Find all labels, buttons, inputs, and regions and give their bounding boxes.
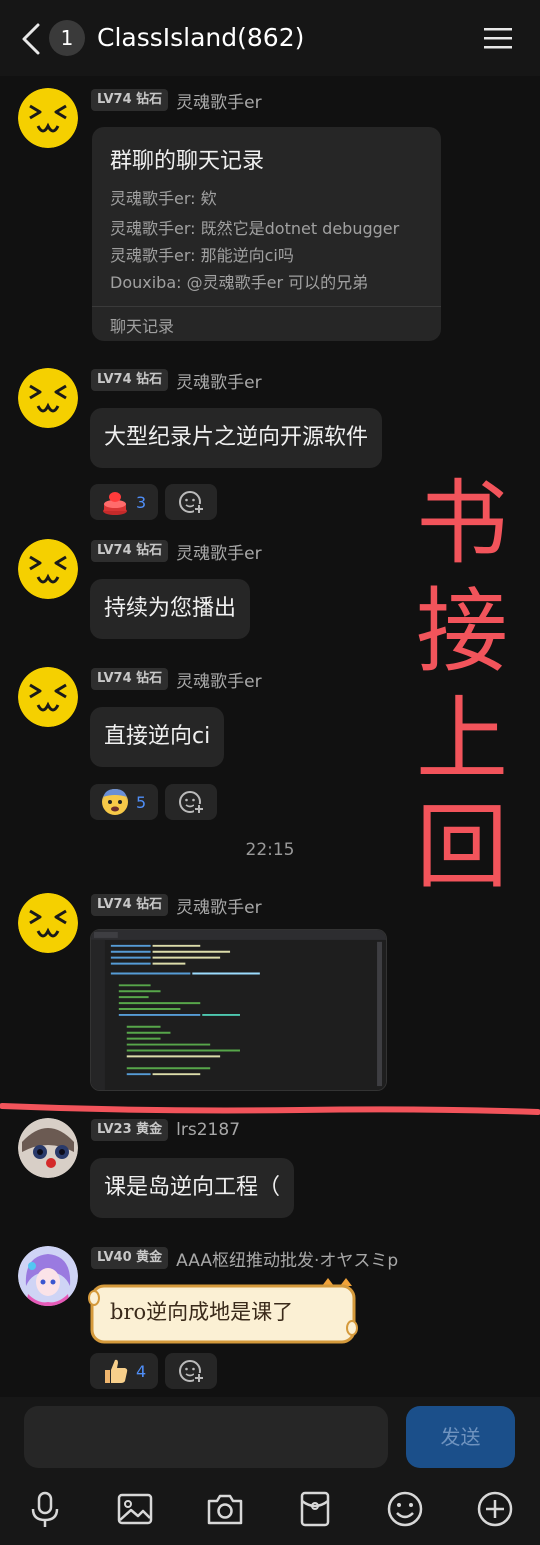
forward-line: 灵魂歌手er: 欸 xyxy=(110,189,217,208)
forwarded-chat-record-card[interactable]: 群聊的聊天记录 灵魂歌手er: 欸 灵魂歌手er: 既然它是dotnet deb… xyxy=(92,127,441,341)
avatar-user-lrs2187[interactable] xyxy=(18,1118,78,1178)
add-reaction-icon[interactable] xyxy=(165,484,217,520)
sender-name[interactable]: 灵魂歌手er xyxy=(176,667,261,692)
red-alarm-button-icon xyxy=(103,492,127,515)
microphone-icon[interactable] xyxy=(25,1489,65,1529)
level-badge: LV74 钻石 xyxy=(91,894,169,916)
anxious-face-icon xyxy=(102,789,128,815)
unread-count-badge[interactable]: 1 xyxy=(49,20,85,56)
avatar-anime-girl[interactable] xyxy=(18,1246,78,1306)
input-bar: 发送 xyxy=(0,1397,540,1477)
chat-header: 1 ClassIsland(862) xyxy=(0,0,540,76)
sender-name[interactable]: lrs2187 xyxy=(176,1120,240,1140)
sender-name[interactable]: 灵魂歌手er xyxy=(176,539,261,564)
avatar-emoji-face[interactable] xyxy=(18,88,78,148)
message-bubble[interactable]: 直接逆向ci xyxy=(90,707,225,767)
reaction-chip[interactable]: 5 xyxy=(90,784,158,820)
message-bubble[interactable]: 持续为您播出 xyxy=(90,579,251,639)
send-button[interactable]: 发送 xyxy=(406,1406,515,1468)
level-badge: LV74 钻石 xyxy=(91,668,169,690)
message-bubble[interactable]: 大型纪录片之逆向开源软件 xyxy=(90,408,383,468)
avatar-emoji-face[interactable] xyxy=(18,368,78,428)
sender-name[interactable]: 灵魂歌手er xyxy=(176,893,261,918)
overlay-annotation-text: 书接上回 xyxy=(415,470,508,901)
message-bubble[interactable]: 课是岛逆向工程（ xyxy=(90,1158,295,1218)
level-badge: LV74 钻石 xyxy=(91,540,169,562)
red-packet-icon[interactable] xyxy=(295,1489,335,1529)
sender-row: LV74 钻石 灵魂歌手er xyxy=(91,893,262,918)
cat-frame-sticker[interactable]: bro逆向成地是课了 xyxy=(88,1278,358,1346)
sender-name[interactable]: AAA枢纽推动批发·オヤスミp xyxy=(176,1246,398,1271)
sender-row: LV23 黄金 lrs2187 xyxy=(91,1118,240,1142)
message-input[interactable] xyxy=(24,1406,388,1468)
level-badge: LV23 黄金 xyxy=(91,1119,169,1141)
forward-line: Douxiba: @灵魂歌手er 可以的兄弟 xyxy=(110,273,369,292)
image-icon[interactable] xyxy=(115,1489,155,1529)
forward-line: 灵魂歌手er: 既然它是dotnet debugger xyxy=(110,219,400,238)
sender-row: LV74 钻石 灵魂歌手er xyxy=(91,88,262,113)
menu-icon[interactable] xyxy=(484,26,512,50)
avatar-emoji-face[interactable] xyxy=(18,667,78,727)
divider xyxy=(92,306,441,307)
reaction-count: 4 xyxy=(136,1361,147,1381)
back-arrow-icon[interactable] xyxy=(18,22,44,56)
level-badge: LV74 钻石 xyxy=(91,89,169,111)
sender-row: LV74 钻石 灵魂歌手er xyxy=(91,368,262,393)
emoji-icon[interactable] xyxy=(385,1489,425,1529)
thumbs-up-icon xyxy=(105,1359,128,1383)
reaction-count: 3 xyxy=(136,492,147,512)
forward-title: 群聊的聊天记录 xyxy=(110,149,265,174)
input-toolbar xyxy=(0,1477,540,1545)
sender-row: LV40 黄金 AAA枢纽推动批发·オヤスミp xyxy=(91,1246,398,1271)
add-reaction-icon[interactable] xyxy=(165,1353,217,1389)
camera-icon[interactable] xyxy=(205,1489,245,1529)
level-badge: LV40 黄金 xyxy=(91,1247,169,1269)
level-badge: LV74 钻石 xyxy=(91,369,169,391)
forward-line: 灵魂歌手er: 那能逆向ci吗 xyxy=(110,246,294,265)
chat-title: ClassIsland(862) xyxy=(97,23,305,52)
reaction-chip[interactable]: 3 xyxy=(90,484,158,520)
avatar-emoji-face[interactable] xyxy=(18,893,78,953)
avatar-emoji-face[interactable] xyxy=(18,539,78,599)
sender-name[interactable]: 灵魂歌手er xyxy=(176,88,261,113)
sender-name[interactable]: 灵魂歌手er xyxy=(176,368,261,393)
sender-row: LV74 钻石 灵魂歌手er xyxy=(91,667,262,692)
code-screenshot-image[interactable] xyxy=(90,929,387,1091)
sender-row: LV74 钻石 灵魂歌手er xyxy=(91,539,262,564)
reaction-chip[interactable]: 4 xyxy=(90,1353,158,1389)
plus-more-icon[interactable] xyxy=(475,1489,515,1529)
sticker-text: bro逆向成地是课了 xyxy=(110,1300,294,1324)
add-reaction-icon[interactable] xyxy=(165,784,217,820)
overlay-red-divider-line xyxy=(0,1103,540,1115)
forward-footer: 聊天记录 xyxy=(110,317,175,336)
reaction-count: 5 xyxy=(136,792,147,812)
